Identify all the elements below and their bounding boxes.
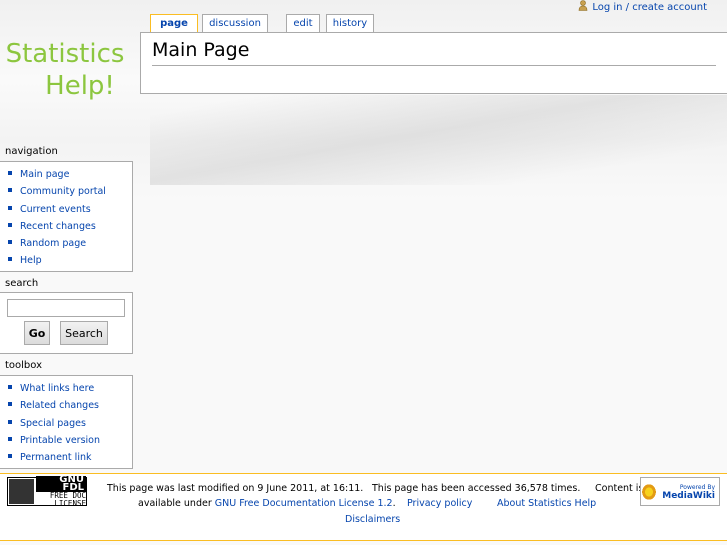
privacy-policy-link[interactable]: Privacy policy [407, 498, 472, 509]
footer-available-under: available under GNU Free Documentation L… [138, 498, 396, 509]
bullet-icon [8, 257, 12, 262]
footer: GNU FDL FREE DOC LICENSE This page was l… [0, 473, 727, 541]
mediawiki-label: MediaWiki [662, 490, 715, 501]
about-link[interactable]: About Statistics Help [497, 498, 596, 509]
nav-item-community-portal[interactable]: Community portal [8, 183, 132, 200]
nav-item-help[interactable]: Help [8, 252, 132, 269]
toolbox-item-what-links-here[interactable]: What links here [8, 380, 132, 397]
logo-line2: Help! [45, 71, 115, 101]
search-title: search [5, 278, 39, 289]
powered-by-mediawiki-badge[interactable]: Powered By MediaWiki [640, 477, 720, 506]
bullet-icon [8, 171, 12, 175]
mediawiki-flower-icon [641, 482, 658, 501]
toolbox-item-permanent-link[interactable]: Permanent link [8, 449, 132, 466]
personal-tools: Log in / create account [578, 0, 707, 13]
bullet-icon [8, 222, 12, 227]
go-button[interactable]: Go [24, 321, 50, 345]
bullet-icon [8, 188, 12, 193]
site-logo[interactable]: Statistics Help! [0, 38, 130, 102]
bullet-icon [8, 454, 12, 459]
toolbox-title: toolbox [5, 360, 43, 371]
tab-page[interactable]: page [150, 14, 198, 33]
search-input[interactable] [7, 299, 125, 317]
nav-item-current-events[interactable]: Current events [8, 201, 132, 218]
gnu-fdl-badge[interactable]: GNU FDL FREE DOC LICENSE [7, 474, 87, 508]
bullet-icon [8, 205, 12, 210]
bullet-icon [8, 240, 12, 245]
bullet-icon [8, 436, 12, 441]
footer-lastmod: This page was last modified on 9 June 20… [107, 483, 364, 494]
footer-viewcount: This page has been accessed 36,578 times… [372, 483, 581, 494]
footer-copyright-prefix: Content is [595, 483, 644, 494]
navigation-portlet: Main page Community portal Current event… [0, 161, 133, 272]
toolbox-item-special-pages[interactable]: Special pages [8, 415, 132, 432]
nav-item-main-page[interactable]: Main page [8, 166, 132, 183]
toolbox-item-related-changes[interactable]: Related changes [8, 397, 132, 414]
toolbox-portlet: What links here Related changes Special … [0, 375, 133, 469]
search-portlet: Go Search [0, 292, 133, 354]
nav-item-recent-changes[interactable]: Recent changes [8, 218, 132, 235]
tab-edit[interactable]: edit [286, 14, 320, 32]
nav-item-random-page[interactable]: Random page [8, 235, 132, 252]
bullet-icon [8, 402, 12, 407]
bullet-icon [8, 385, 12, 389]
user-icon [578, 0, 588, 11]
logo-line1: Statistics [5, 39, 125, 69]
content-area: Main Page [140, 32, 727, 94]
login-link[interactable]: Log in / create account [592, 2, 707, 13]
page-title: Main Page [152, 39, 716, 66]
gnu-head-icon [9, 479, 35, 504]
tab-discussion[interactable]: discussion [202, 14, 268, 32]
tab-history[interactable]: history [326, 14, 374, 32]
navigation-title: navigation [5, 146, 58, 157]
disclaimers-link[interactable]: Disclaimers [345, 514, 400, 525]
search-button[interactable]: Search [60, 321, 108, 345]
toolbox-item-printable-version[interactable]: Printable version [8, 432, 132, 449]
gnu-badge-line1: GNU FDL [36, 474, 86, 492]
bullet-icon [8, 419, 12, 424]
license-link[interactable]: GNU Free Documentation License 1.2 [215, 498, 393, 509]
gnu-badge-line3: LICENSE [54, 498, 86, 508]
